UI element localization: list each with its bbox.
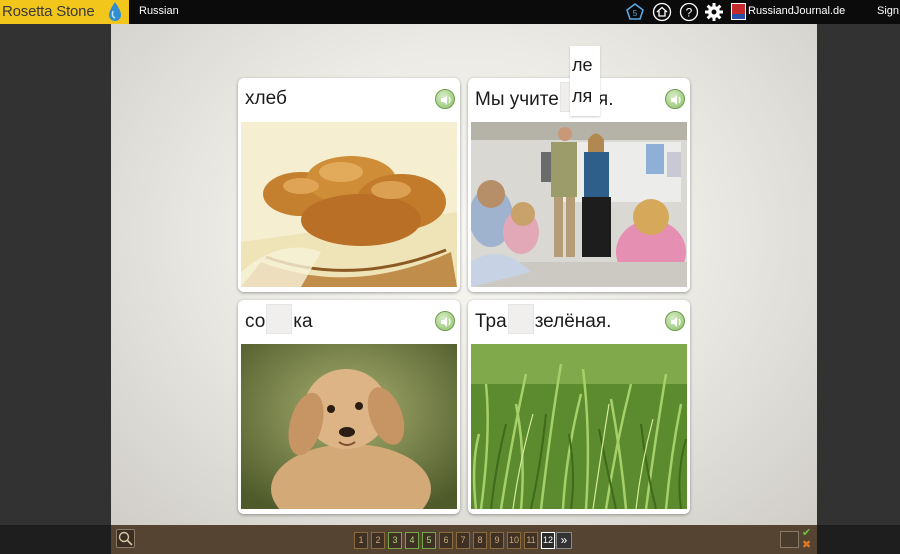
page-button[interactable]: 3	[388, 532, 402, 549]
card-word: Мы учите	[475, 89, 559, 111]
rosetta-stone-logo[interactable]: Rosetta Stone	[0, 0, 129, 24]
help-icon[interactable]: ?	[679, 2, 699, 22]
card-text: со ка	[245, 304, 313, 334]
classroom-image	[471, 122, 687, 287]
card-text: Тра зелёная.	[475, 304, 612, 334]
right-margin	[817, 24, 900, 525]
lesson-pentagon-icon[interactable]: 5	[625, 2, 645, 22]
page-button[interactable]: 5	[422, 532, 436, 549]
left-margin	[0, 24, 111, 525]
speaker-icon[interactable]	[435, 89, 455, 109]
bread-image	[241, 122, 457, 287]
cross-icon: ✖	[802, 539, 812, 551]
answer-card-grass[interactable]: Тра зелёная.	[468, 300, 690, 514]
page-button[interactable]: 2	[371, 532, 385, 549]
page-button-current[interactable]: 12	[541, 532, 555, 549]
speaker-icon[interactable]	[665, 89, 685, 109]
home-icon[interactable]	[652, 2, 672, 22]
letter-tile[interactable]: ле ля	[570, 46, 600, 116]
letter-gap[interactable]	[507, 304, 534, 334]
letter-gap[interactable]	[266, 304, 293, 334]
page-button[interactable]: 11	[524, 532, 538, 549]
site-logo-icon[interactable]	[731, 3, 746, 20]
card-word-ending: ка	[293, 311, 313, 333]
logo-text: Rosetta Stone	[2, 3, 95, 20]
screen-pager: 1 2 3 4 5 6 7 8 9 10 11 12	[354, 532, 555, 549]
card-word: Тра	[475, 311, 507, 333]
answer-card-dog[interactable]: со ка	[238, 300, 460, 514]
page-button[interactable]: 9	[490, 532, 504, 549]
card-word-ending: зелёная.	[534, 311, 612, 333]
svg-text:5: 5	[633, 9, 638, 18]
course-language[interactable]: Russian	[139, 5, 179, 17]
card-word: хлеб	[245, 88, 287, 109]
lesson-area	[111, 24, 817, 525]
page-button[interactable]: 1	[354, 532, 368, 549]
page-button[interactable]: 4	[405, 532, 419, 549]
page-button[interactable]: 7	[456, 532, 470, 549]
dog-image	[241, 344, 457, 509]
card-text: хлеб	[245, 88, 287, 110]
page-button[interactable]: 10	[507, 532, 521, 549]
page-button[interactable]: 8	[473, 532, 487, 549]
answer-card-bread[interactable]: хлеб	[238, 78, 460, 292]
logo-drop-icon	[109, 2, 121, 21]
next-page-button[interactable]: »	[556, 532, 572, 549]
tile-option-bottom[interactable]: ля	[572, 86, 592, 107]
card-word: со	[245, 311, 266, 333]
answer-key-icon[interactable]	[780, 531, 799, 548]
magnifier-tool-icon[interactable]	[116, 529, 135, 548]
speaker-icon[interactable]	[435, 311, 455, 331]
page-button[interactable]: 6	[439, 532, 453, 549]
speaker-icon[interactable]	[665, 311, 685, 331]
tile-option-top[interactable]: ле	[572, 55, 593, 76]
grass-image	[471, 344, 687, 509]
sign-link[interactable]: Sign	[877, 5, 899, 17]
gear-icon[interactable]	[704, 2, 724, 22]
svg-text:?: ?	[686, 6, 693, 20]
site-link[interactable]: RussiandJournal.de	[748, 5, 845, 17]
